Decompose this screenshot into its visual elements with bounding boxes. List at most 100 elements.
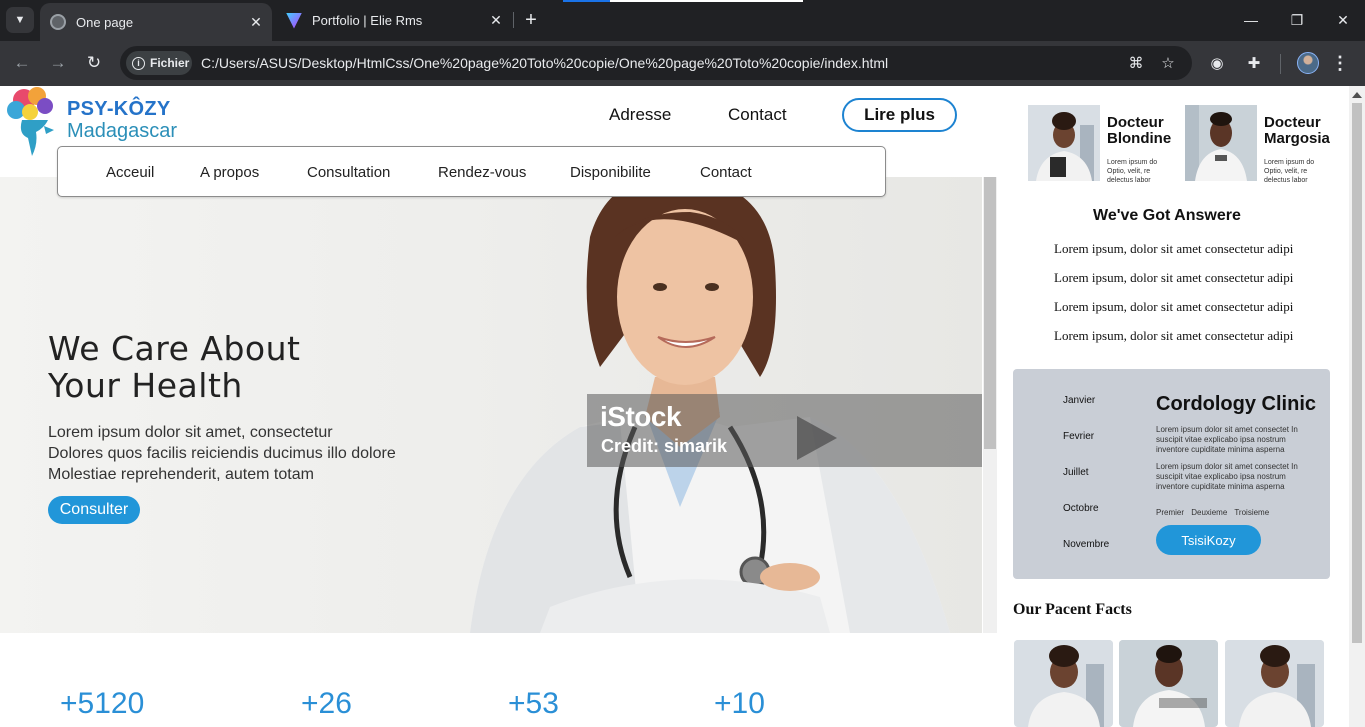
main-navbar: Acceuil A propos Consultation Rendez-vou…: [57, 146, 886, 197]
month-label[interactable]: Fevrier: [1063, 431, 1094, 442]
clinic-tab[interactable]: Deuxieme: [1191, 508, 1227, 517]
stat-value: +10: [714, 687, 765, 720]
loading-indicator: [563, 0, 803, 2]
hero-scrollbar[interactable]: [983, 177, 997, 633]
fact-photo: [1014, 640, 1113, 727]
nav-item-rendez-vous[interactable]: Rendez-vous: [438, 164, 526, 181]
hero-text-line: Lorem ipsum dolor sit amet, consectetur: [48, 424, 333, 441]
nav-item-disponibilite[interactable]: Disponibilite: [570, 164, 651, 181]
tab-portfolio[interactable]: Portfolio | Elie Rms ✕: [276, 3, 512, 38]
clinic-tab[interactable]: Troisieme: [1234, 508, 1269, 517]
extension-owl-icon[interactable]: ◉: [1206, 52, 1228, 74]
browser-tab-bar: ▼ One page ✕ Portfolio | Elie Rms ✕ + — …: [0, 0, 1365, 41]
answer-item[interactable]: Lorem ipsum, dolor sit amet consectetur …: [1054, 241, 1293, 257]
hero-title: We Care About Your Health: [48, 330, 300, 404]
doctor-photo: [1185, 105, 1257, 181]
forward-arrow-icon[interactable]: →: [46, 52, 70, 74]
page-viewport: PSY-KÔZY Madagascar Adresse Contact Lire…: [0, 86, 1365, 727]
month-label[interactable]: Janvier: [1063, 395, 1095, 406]
doctor-name: Docteur Blondine: [1107, 115, 1187, 147]
vite-icon: [286, 12, 302, 29]
tab-one-page[interactable]: One page ✕: [40, 3, 272, 41]
istock-watermark-logo: iStock: [600, 401, 682, 432]
chip-label: Fichier: [150, 56, 190, 70]
doctor-name: Docteur Margosia: [1264, 115, 1344, 147]
clinic-card: Janvier Fevrier Juillet Octobre Novembre…: [1013, 369, 1330, 579]
doctor-title: Docteur: [1107, 114, 1164, 131]
page-scrollbar[interactable]: [1349, 86, 1365, 727]
doctor-firstname: Blondine: [1107, 130, 1172, 147]
site-info-chip[interactable]: i Fichier: [126, 51, 192, 75]
link-adresse[interactable]: Adresse: [609, 105, 671, 125]
facts-heading: Our Pacent Facts: [1013, 601, 1132, 618]
hero-scrollbar-thumb[interactable]: [984, 177, 996, 449]
clinic-tabs: Premier Deuxieme Troisieme: [1156, 508, 1274, 517]
minimize-icon[interactable]: —: [1239, 9, 1263, 31]
answer-item[interactable]: Lorem ipsum, dolor sit amet consectetur …: [1054, 270, 1293, 286]
puzzle-extensions-icon[interactable]: ✚: [1243, 52, 1265, 74]
tab-title: One page: [76, 14, 134, 30]
istock-watermark-credit: Credit: simarik: [601, 436, 728, 456]
hero-text-line: Dolores quos facilis reiciendis ducimus …: [48, 445, 396, 462]
tab-separator: [513, 12, 514, 28]
tab-search-chevron-icon[interactable]: ▼: [6, 7, 34, 33]
close-tab-icon[interactable]: ✕: [486, 12, 506, 29]
tab-title: Portfolio | Elie Rms: [312, 13, 423, 28]
clinic-title: Cordology Clinic: [1156, 393, 1316, 415]
doctor-description: Lorem ipsum do Optio, velit, re delectus…: [1264, 159, 1315, 184]
scroll-up-icon[interactable]: [1352, 92, 1362, 98]
back-arrow-icon[interactable]: ←: [10, 52, 34, 74]
logo-subtitle: Madagascar: [67, 120, 178, 142]
clinic-paragraph: Lorem ipsum dolor sit amet consectet In …: [1156, 425, 1298, 454]
answer-item[interactable]: Lorem ipsum, dolor sit amet consectetur …: [1054, 328, 1293, 344]
tsisikozy-button[interactable]: TsisiKozy: [1156, 525, 1261, 555]
stat-value: +53: [508, 687, 559, 720]
nav-item-acceuil[interactable]: Acceuil: [106, 164, 154, 181]
restore-icon[interactable]: ❐: [1285, 9, 1309, 31]
browser-menu-icon[interactable]: ⋮: [1331, 52, 1349, 74]
close-tab-icon[interactable]: ✕: [246, 14, 266, 31]
profile-avatar[interactable]: [1297, 52, 1319, 74]
clinic-tab[interactable]: Premier: [1156, 508, 1184, 517]
stat-value: +26: [301, 687, 352, 720]
play-icon: [797, 416, 837, 460]
info-icon: i: [132, 56, 145, 70]
month-label[interactable]: Octobre: [1063, 503, 1099, 514]
page-scrollbar-thumb[interactable]: [1352, 103, 1362, 643]
doctor-photo: [1028, 105, 1100, 181]
month-label[interactable]: Novembre: [1063, 539, 1109, 550]
doctor-firstname: Margosia: [1264, 130, 1330, 147]
reload-icon[interactable]: ↻: [82, 52, 106, 74]
right-sidebar: Docteur Blondine Lorem ipsum do Optio, v…: [997, 86, 1349, 727]
nav-item-consultation[interactable]: Consultation: [307, 164, 390, 181]
hero-text-line: Molestiae reprehenderit, autem totam: [48, 466, 314, 483]
doctor-description: Lorem ipsum do Optio, velit, re delectus…: [1107, 159, 1158, 184]
nav-item-contact[interactable]: Contact: [700, 164, 752, 181]
stat-value: +5120: [60, 687, 145, 720]
address-bar[interactable]: i Fichier C:/Users/ASUS/Desktop/HtmlCss/…: [120, 46, 1192, 80]
fact-photo: [1119, 640, 1218, 727]
consulter-button[interactable]: Consulter: [48, 496, 140, 524]
browser-toolbar: ← → ↻ i Fichier C:/Users/ASUS/Desktop/Ht…: [0, 41, 1365, 86]
nav-item-a-propos[interactable]: A propos: [200, 164, 259, 181]
doctor-title: Docteur: [1264, 114, 1321, 131]
answer-item[interactable]: Lorem ipsum, dolor sit amet consectetur …: [1054, 299, 1293, 315]
clinic-paragraph: Lorem ipsum dolor sit amet consectet In …: [1156, 462, 1298, 491]
logo-head-icon: [7, 87, 54, 156]
answers-heading: We've Got Answere: [1093, 207, 1241, 224]
hero-title-line: We Care About: [48, 329, 301, 368]
fact-photo: [1225, 640, 1324, 727]
hero-title-line: Your Health: [48, 366, 243, 405]
url-text[interactable]: C:/Users/ASUS/Desktop/HtmlCss/One%20page…: [201, 55, 888, 71]
toolbar-separator: [1280, 54, 1281, 74]
globe-icon: [50, 14, 66, 30]
new-tab-button[interactable]: +: [520, 8, 542, 32]
month-label[interactable]: Juillet: [1063, 467, 1089, 478]
lire-plus-button[interactable]: Lire plus: [842, 98, 957, 132]
logo-title: PSY-KÔZY: [67, 98, 171, 120]
link-contact[interactable]: Contact: [728, 105, 787, 125]
translate-icon[interactable]: ⌘: [1126, 54, 1146, 72]
bookmark-star-icon[interactable]: ☆: [1158, 54, 1178, 72]
close-window-icon[interactable]: ✕: [1331, 9, 1355, 31]
hero-description: Lorem ipsum dolor sit amet, consectetur …: [48, 422, 396, 485]
